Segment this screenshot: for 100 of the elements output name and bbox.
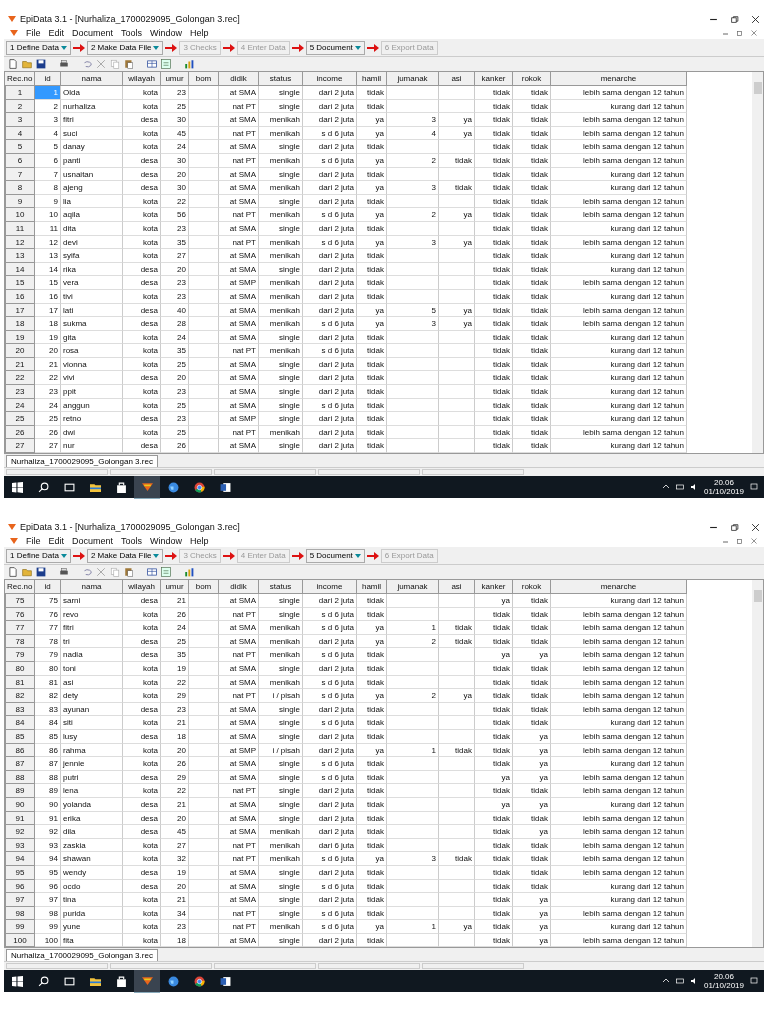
- menu-item[interactable]: File: [26, 535, 41, 546]
- printer-icon[interactable]: [59, 59, 69, 69]
- column-header[interactable]: kanker: [475, 72, 513, 86]
- column-header[interactable]: menarche: [551, 580, 687, 595]
- column-header[interactable]: asi: [439, 580, 475, 595]
- restore-icon[interactable]: [730, 522, 739, 532]
- row-header[interactable]: 89: [5, 784, 35, 798]
- column-header[interactable]: jumanak: [387, 72, 439, 86]
- restore-icon[interactable]: [736, 536, 744, 545]
- printer-icon[interactable]: [59, 567, 69, 578]
- chart-icon[interactable]: [184, 59, 194, 69]
- column-header[interactable]: id: [35, 580, 61, 595]
- row-header[interactable]: 1: [5, 86, 35, 100]
- column-header[interactable]: wilayah: [123, 580, 161, 595]
- chart-icon[interactable]: [184, 567, 194, 578]
- column-header[interactable]: hamil: [357, 580, 387, 595]
- menu-item[interactable]: Tools: [121, 27, 143, 38]
- row-header[interactable]: 5: [5, 140, 35, 154]
- column-header[interactable]: asi: [439, 72, 475, 86]
- file-tab[interactable]: Nurhaliza_1700029095_Golongan 3.rec: [6, 949, 158, 962]
- row-header[interactable]: 77: [5, 621, 35, 635]
- task-view-icon[interactable]: [63, 481, 75, 493]
- column-header[interactable]: income: [303, 72, 357, 86]
- globe-icon[interactable]: [167, 975, 179, 987]
- folder-icon[interactable]: [89, 481, 101, 493]
- speaker-icon[interactable]: [689, 977, 698, 986]
- column-header[interactable]: umur: [161, 580, 189, 595]
- grid-icon[interactable]: [147, 567, 157, 578]
- row-header[interactable]: 84: [5, 716, 35, 730]
- menu-item[interactable]: Window: [150, 535, 183, 546]
- menu-item[interactable]: Help: [190, 535, 209, 546]
- menu-item[interactable]: Document: [72, 535, 114, 546]
- row-header[interactable]: 22: [5, 371, 35, 386]
- search-icon[interactable]: [37, 481, 49, 493]
- menu-item[interactable]: Edit: [48, 27, 65, 38]
- row-header[interactable]: 10: [5, 208, 35, 222]
- column-header[interactable]: kanker: [475, 580, 513, 595]
- column-header[interactable]: rokok: [513, 72, 551, 86]
- row-header[interactable]: 18: [5, 317, 35, 331]
- grid-icon[interactable]: [147, 59, 157, 69]
- row-header[interactable]: 75: [5, 594, 35, 608]
- shopping-bag-icon[interactable]: [115, 481, 127, 493]
- column-header[interactable]: Rec.no: [5, 580, 35, 595]
- document-icon[interactable]: [219, 975, 231, 987]
- row-header[interactable]: 99: [5, 920, 35, 934]
- column-header[interactable]: status: [259, 72, 303, 86]
- column-header[interactable]: menarche: [551, 72, 687, 86]
- workflow-button[interactable]: 5 Document: [305, 548, 365, 563]
- browser-icon[interactable]: [193, 975, 205, 987]
- restore-icon[interactable]: [730, 14, 739, 24]
- scrollbar[interactable]: [752, 72, 763, 454]
- column-header[interactable]: hamil: [357, 72, 387, 86]
- workflow-button[interactable]: 1 Define Data: [6, 548, 71, 563]
- keyboard-icon[interactable]: [675, 977, 684, 986]
- globe-icon[interactable]: [167, 481, 179, 493]
- table-icon[interactable]: [161, 567, 171, 578]
- notification-icon[interactable]: [750, 977, 758, 986]
- keyboard-icon[interactable]: [675, 483, 684, 492]
- browser-icon[interactable]: [193, 481, 205, 493]
- folder-icon[interactable]: [89, 975, 101, 987]
- row-header[interactable]: 79: [5, 648, 35, 662]
- scrollbar[interactable]: [752, 580, 763, 948]
- row-header[interactable]: 15: [5, 276, 35, 290]
- speaker-icon[interactable]: [689, 483, 698, 492]
- clock[interactable]: 20.06 01/10/2019: [703, 478, 744, 497]
- column-header[interactable]: wilayah: [123, 72, 161, 86]
- row-header[interactable]: 20: [5, 344, 35, 358]
- row-header[interactable]: 3: [5, 113, 35, 127]
- task-view-icon[interactable]: [63, 975, 75, 987]
- row-header[interactable]: 92: [5, 825, 35, 839]
- menu-item[interactable]: File: [26, 27, 41, 38]
- menu-item[interactable]: Tools: [121, 535, 143, 546]
- column-header[interactable]: id: [35, 72, 61, 86]
- column-header[interactable]: umur: [161, 72, 189, 86]
- restore-icon[interactable]: [736, 28, 744, 37]
- workflow-button[interactable]: 1 Define Data: [6, 40, 71, 55]
- new-file-icon[interactable]: [8, 567, 18, 578]
- column-header[interactable]: income: [303, 580, 357, 595]
- row-header[interactable]: 87: [5, 757, 35, 771]
- funnel-icon[interactable]: [141, 975, 153, 987]
- column-header[interactable]: nama: [61, 72, 123, 86]
- row-header[interactable]: 80: [5, 662, 35, 676]
- file-tab[interactable]: Nurhaliza_1700029095_Golongan 3.rec: [6, 455, 158, 468]
- column-header[interactable]: bom: [189, 72, 219, 86]
- shopping-bag-icon[interactable]: [115, 975, 127, 987]
- row-header[interactable]: 27: [5, 439, 35, 454]
- notification-icon[interactable]: [750, 483, 758, 492]
- menu-item[interactable]: Edit: [48, 535, 65, 546]
- row-header[interactable]: 23: [5, 385, 35, 399]
- column-header[interactable]: bom: [189, 580, 219, 595]
- close-icon[interactable]: [751, 522, 760, 532]
- clock[interactable]: 20.06 01/10/2019: [703, 972, 744, 991]
- menu-item[interactable]: Window: [150, 27, 183, 38]
- row-header[interactable]: 25: [5, 412, 35, 426]
- close-icon[interactable]: [751, 14, 760, 24]
- row-header[interactable]: 8: [5, 181, 35, 195]
- column-header[interactable]: status: [259, 580, 303, 595]
- windows-icon[interactable]: [11, 975, 23, 987]
- save-icon[interactable]: [36, 567, 46, 578]
- column-header[interactable]: rokok: [513, 580, 551, 595]
